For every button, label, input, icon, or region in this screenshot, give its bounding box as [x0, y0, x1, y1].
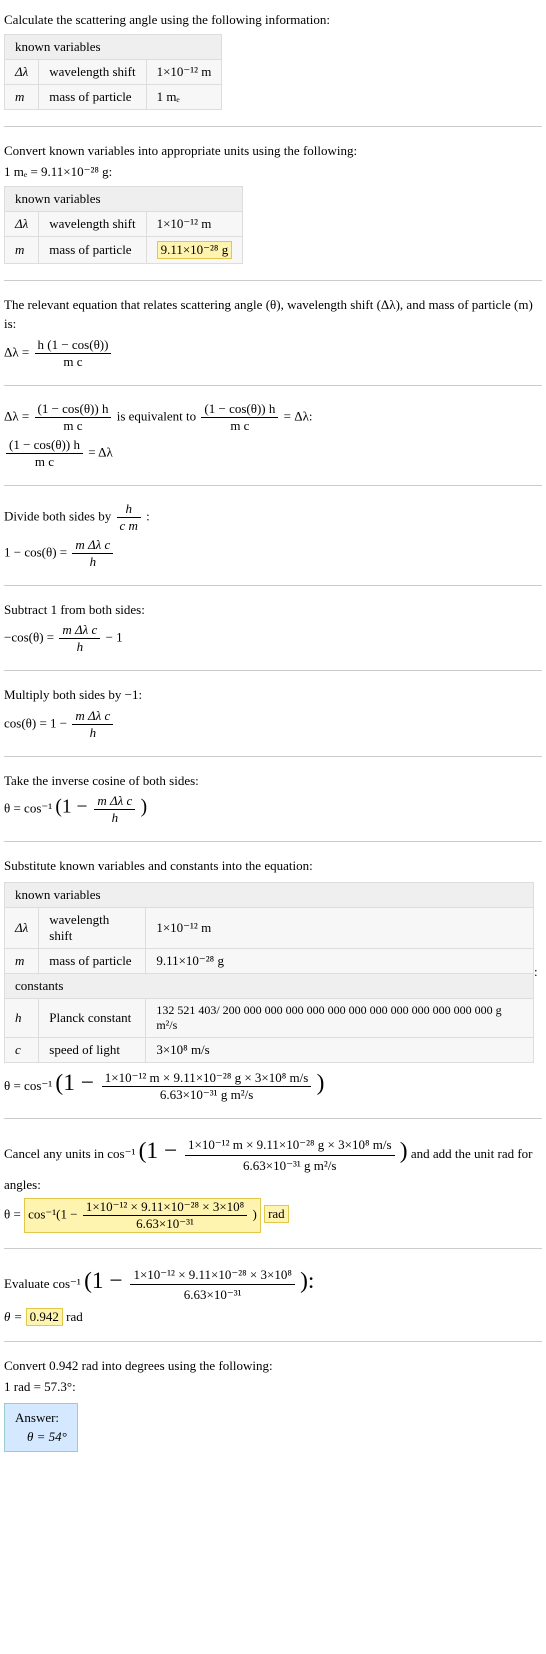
known-variables-table-1: known variables Δλ wavelength shift 1×10…	[4, 34, 222, 110]
inverse-text: Take the inverse cosine of both sides:	[4, 771, 542, 791]
equation: cos(θ) = 1 − m Δλ ch	[4, 708, 542, 741]
table-row: Δλ wavelength shift 1×10⁻¹² m	[5, 907, 534, 948]
answer-value: θ = 54°	[15, 1429, 67, 1445]
substitute-table: known variables Δλ wavelength shift 1×10…	[4, 882, 534, 1063]
colon: :	[534, 964, 538, 980]
table-row: m mass of particle 1 mₑ	[5, 84, 222, 109]
divider	[4, 1248, 542, 1249]
table-row: Δλ wavelength shift 1×10⁻¹² m	[5, 211, 243, 236]
equation: θ = cos⁻¹ (1 − m Δλ ch )	[4, 793, 542, 826]
divider	[4, 385, 542, 386]
divider	[4, 756, 542, 757]
multiply-text: Multiply both sides by −1:	[4, 685, 542, 705]
convert-eq: 1 mₑ = 9.11×10⁻²⁸ g:	[4, 162, 542, 182]
convert-deg-eq: 1 rad = 57.3°:	[4, 1377, 542, 1397]
relevant-eq-text: The relevant equation that relates scatt…	[4, 295, 542, 334]
table-row: m mass of particle 9.11×10⁻²⁸ g	[5, 948, 534, 973]
divider	[4, 280, 542, 281]
equivalence-statement: Δλ = (1 − cos(θ)) hm c is equivalent to …	[4, 401, 542, 434]
table-header: known variables	[5, 882, 534, 907]
highlighted-value: 0.942	[26, 1308, 63, 1326]
equation: θ = cos⁻¹(1 − 1×10⁻¹² × 9.11×10⁻²⁸ × 3×1…	[4, 1198, 542, 1233]
highlighted-value: 9.11×10⁻²⁸ g	[157, 241, 233, 259]
divider	[4, 485, 542, 486]
divider	[4, 841, 542, 842]
equation: −cos(θ) = m Δλ ch − 1	[4, 622, 542, 655]
substituted-equation: θ = cos⁻¹ (1 − 1×10⁻¹² m × 9.11×10⁻²⁸ g …	[4, 1070, 542, 1104]
divider	[4, 1118, 542, 1119]
intro-text: Calculate the scattering angle using the…	[4, 10, 542, 30]
table-header: known variables	[5, 34, 222, 59]
cancel-text: Cancel any units in cos⁻¹ (1 − 1×10⁻¹² m…	[4, 1134, 542, 1195]
table-row: Δλ wavelength shift 1×10⁻¹² m	[5, 59, 222, 84]
divider	[4, 670, 542, 671]
answer-block: Answer: θ = 54°	[4, 1403, 78, 1452]
answer-label: Answer:	[15, 1410, 67, 1426]
substitute-text: Substitute known variables and constants…	[4, 856, 542, 876]
divider	[4, 1341, 542, 1342]
eval-text: Evaluate cos⁻¹ (1 − 1×10⁻¹² × 9.11×10⁻²⁸…	[4, 1264, 542, 1305]
table-row: c speed of light 3×10⁸ m/s	[5, 1037, 534, 1062]
table-row: h Planck constant 132 521 403/ 200 000 0…	[5, 998, 534, 1037]
highlighted-expression: cos⁻¹(1 − 1×10⁻¹² × 9.11×10⁻²⁸ × 3×10⁸6.…	[24, 1198, 261, 1233]
known-variables-table-2: known variables Δλ wavelength shift 1×10…	[4, 186, 243, 264]
equation: Δλ = h (1 − cos(θ))m c	[4, 337, 542, 370]
equation: θ = 0.942 rad	[4, 1308, 542, 1326]
equation: (1 − cos(θ)) hm c = Δλ	[4, 437, 542, 470]
divider	[4, 126, 542, 127]
divide-text: Divide both sides by hc m :	[4, 501, 542, 534]
table-row: m mass of particle 9.11×10⁻²⁸ g	[5, 236, 243, 263]
convert-heading: Convert known variables into appropriate…	[4, 141, 542, 161]
equation: 1 − cos(θ) = m Δλ ch	[4, 537, 542, 570]
subtract-text: Subtract 1 from both sides:	[4, 600, 542, 620]
convert-deg-text: Convert 0.942 rad into degrees using the…	[4, 1356, 542, 1376]
table-header: known variables	[5, 186, 243, 211]
divider	[4, 585, 542, 586]
highlighted-unit: rad	[264, 1205, 289, 1223]
table-header: constants	[5, 973, 534, 998]
